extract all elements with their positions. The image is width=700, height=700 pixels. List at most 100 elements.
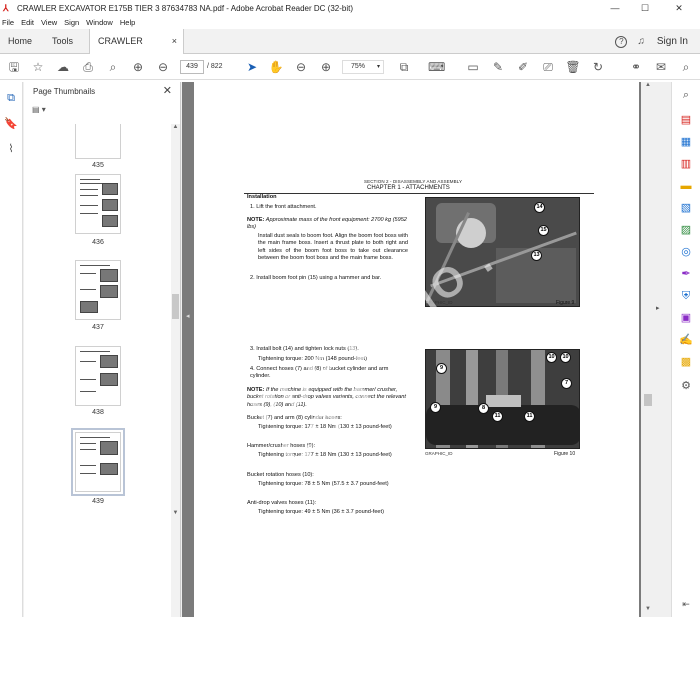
compress-pdf-icon[interactable]: ▩ (679, 355, 693, 369)
collapse-tools-icon[interactable]: ⇤ (679, 597, 693, 611)
draw-icon[interactable]: ✐ (515, 59, 531, 75)
menu-file[interactable]: File (2, 18, 14, 27)
bookmark-icon[interactable]: 🔖 (4, 117, 18, 131)
upload-cloud-icon[interactable]: ☁ (55, 59, 71, 75)
zoom-level-value: 75% (351, 63, 366, 70)
reader-workspace: ⧉ 🔖 ⌇ Page Thumbnails ✕ ▤ ▾ 435 436 437 … (0, 82, 700, 617)
search-icon[interactable]: ⌕ (678, 59, 694, 75)
callout-10: 10 (546, 352, 557, 363)
request-signature-icon[interactable]: ✍ (679, 333, 693, 347)
scroll-up-arrow-icon[interactable]: ▲ (641, 82, 655, 88)
maximize-button[interactable]: ☐ (630, 0, 660, 16)
save-icon[interactable]: 🖫 (6, 59, 22, 75)
thumbnail-options-menu[interactable]: ▤ ▾ (32, 105, 46, 114)
combine-files-icon[interactable]: ▦ (679, 135, 693, 149)
previous-page-icon[interactable]: ⊕ (130, 59, 146, 75)
comment-tool-icon[interactable]: ▬ (679, 179, 693, 193)
torque-2: Tightening torque: 177 ± 18 Nm (130 ± 13… (258, 424, 392, 430)
create-pdf-icon[interactable]: ▤ (679, 113, 693, 127)
protect-shield-icon[interactable]: ⛨ (679, 289, 693, 303)
page-thumbnails-icon[interactable]: ⧉ (4, 91, 18, 105)
acrobat-app-icon: ⅄ (3, 3, 9, 13)
rotation-hoses: Bucket rotation hoses (10): (247, 472, 314, 478)
thumbnail-page-437[interactable] (75, 260, 121, 320)
tab-document[interactable]: CRAWLER EXCAVAT... × (89, 28, 185, 71)
thumbnail-page-438[interactable] (75, 346, 121, 406)
thumbnail-page-436[interactable] (75, 174, 121, 234)
close-window-button[interactable]: ✕ (664, 0, 694, 16)
window-title-bar: ⅄ CRAWLER EXCAVATOR E175B TIER 3 8763478… (0, 0, 700, 16)
step-2: 2. Install boom foot pin (15) using a ha… (250, 275, 382, 281)
menu-window[interactable]: Window (86, 18, 113, 27)
thumbnail-page-439[interactable] (71, 428, 125, 496)
callout-7: 7 (561, 378, 572, 389)
tab-close-icon[interactable]: × (172, 29, 177, 54)
scroll-down-arrow-icon[interactable]: ▼ (171, 510, 180, 516)
attachment-paperclip-icon[interactable]: ⌇ (4, 142, 18, 156)
main-toolbar: 🖫 ☆ ☁ ⎙ ⌕ ⊕ ⊖ 439 / 822 ➤ ✋ ⊖ ⊕ 75% ▾ ⧉ … (0, 54, 700, 80)
page-number-input[interactable]: 439 (180, 60, 204, 74)
more-tools-icon[interactable]: ⚙ (679, 379, 693, 393)
print-icon[interactable]: ⎙ (80, 59, 96, 75)
hand-tool-icon[interactable]: ✋ (268, 59, 284, 75)
collapse-right-panel-icon[interactable]: ▸ (656, 304, 660, 312)
sign-in-link[interactable]: Sign In (657, 36, 688, 47)
scroll-down-arrow-icon[interactable]: ▼ (641, 606, 655, 612)
anti-drop-hoses: Anti-drop valves hoses (11): (247, 500, 317, 506)
scrollbar-thumb[interactable] (172, 294, 179, 319)
zoom-level-select[interactable]: 75% ▾ (342, 60, 384, 74)
select-cursor-icon[interactable]: ➤ (244, 59, 260, 75)
scroll-up-arrow-icon[interactable]: ▲ (171, 124, 180, 130)
menu-edit[interactable]: Edit (21, 18, 34, 27)
notifications-bell-icon[interactable]: ♫ (637, 36, 645, 47)
scrollbar-thumb[interactable] (644, 394, 652, 406)
next-page-icon[interactable]: ⊖ (155, 59, 171, 75)
thumbnails-scrollbar[interactable]: ▲ ▼ (171, 124, 180, 617)
figure-9-image: 14 15 13 (425, 197, 580, 307)
stamp-icon[interactable]: ⎚ (540, 59, 556, 75)
fit-page-icon[interactable]: ⧉ (396, 59, 412, 75)
document-scrollbar[interactable]: ▲ ▼ (641, 82, 655, 617)
delete-trash-icon[interactable]: 🗑 (565, 59, 581, 75)
zoom-in-icon[interactable]: ⊕ (318, 59, 334, 75)
edit-pdf-icon[interactable]: ▨ (679, 223, 693, 237)
comment-icon[interactable]: ▭ (465, 59, 481, 75)
chapter-header: CHAPTER 1 - ATTACHMENTS (367, 185, 450, 191)
zoom-out-icon[interactable]: ⊖ (293, 59, 309, 75)
highlight-pen-icon[interactable]: ✎ (490, 59, 506, 75)
fill-sign-icon[interactable]: ✒ (679, 267, 693, 281)
organize-pages-icon[interactable]: ▧ (679, 201, 693, 215)
callout-9: 9 (436, 363, 447, 374)
menu-view[interactable]: View (41, 18, 57, 27)
collapse-left-panel-icon[interactable]: ◂ (186, 312, 190, 320)
thumbnail-label: 439 (92, 498, 104, 505)
menu-help[interactable]: Help (120, 18, 135, 27)
step-1: 1. Lift the front attachment. (250, 204, 317, 210)
find-search-icon[interactable]: ⌕ (105, 59, 121, 75)
bookmark-star-icon[interactable]: ☆ (30, 59, 46, 75)
document-view[interactable]: ◂ SECTION 2 - DISASSEMBLY AND ASSEMBLY C… (182, 82, 655, 617)
close-icon[interactable]: ✕ (163, 84, 172, 97)
export-pdf-icon[interactable]: ▥ (679, 157, 693, 171)
menu-sign[interactable]: Sign (64, 18, 79, 27)
help-icon[interactable]: ? (615, 35, 628, 48)
page-total: / 822 (207, 63, 223, 70)
section-heading: Installation (247, 194, 277, 200)
callout-15: 15 (538, 225, 549, 236)
tab-tools[interactable]: Tools (44, 29, 85, 54)
callout-11: 11 (492, 411, 503, 422)
share-link-icon[interactable]: ⚭ (628, 59, 644, 75)
hammer-hoses: Hammer/crusher hoses (9): (247, 443, 316, 449)
rotate-icon[interactable]: ↻ (590, 59, 606, 75)
zoom-search-icon[interactable]: ⌕ (679, 88, 693, 102)
tab-home[interactable]: Home (0, 29, 44, 54)
callout-11: 11 (524, 411, 535, 422)
thumbnail-page-435[interactable] (75, 124, 121, 159)
keyboard-icon[interactable]: ⌨ (428, 59, 445, 75)
step-3: 3. Install bolt (14) and tighten lock nu… (250, 346, 359, 352)
prepare-form-icon[interactable]: ▣ (679, 311, 693, 325)
email-icon[interactable]: ✉ (653, 59, 669, 75)
scan-ocr-icon[interactable]: ◎ (679, 245, 693, 259)
minimize-button[interactable]: — (600, 0, 630, 16)
callout-8: 8 (478, 403, 489, 414)
